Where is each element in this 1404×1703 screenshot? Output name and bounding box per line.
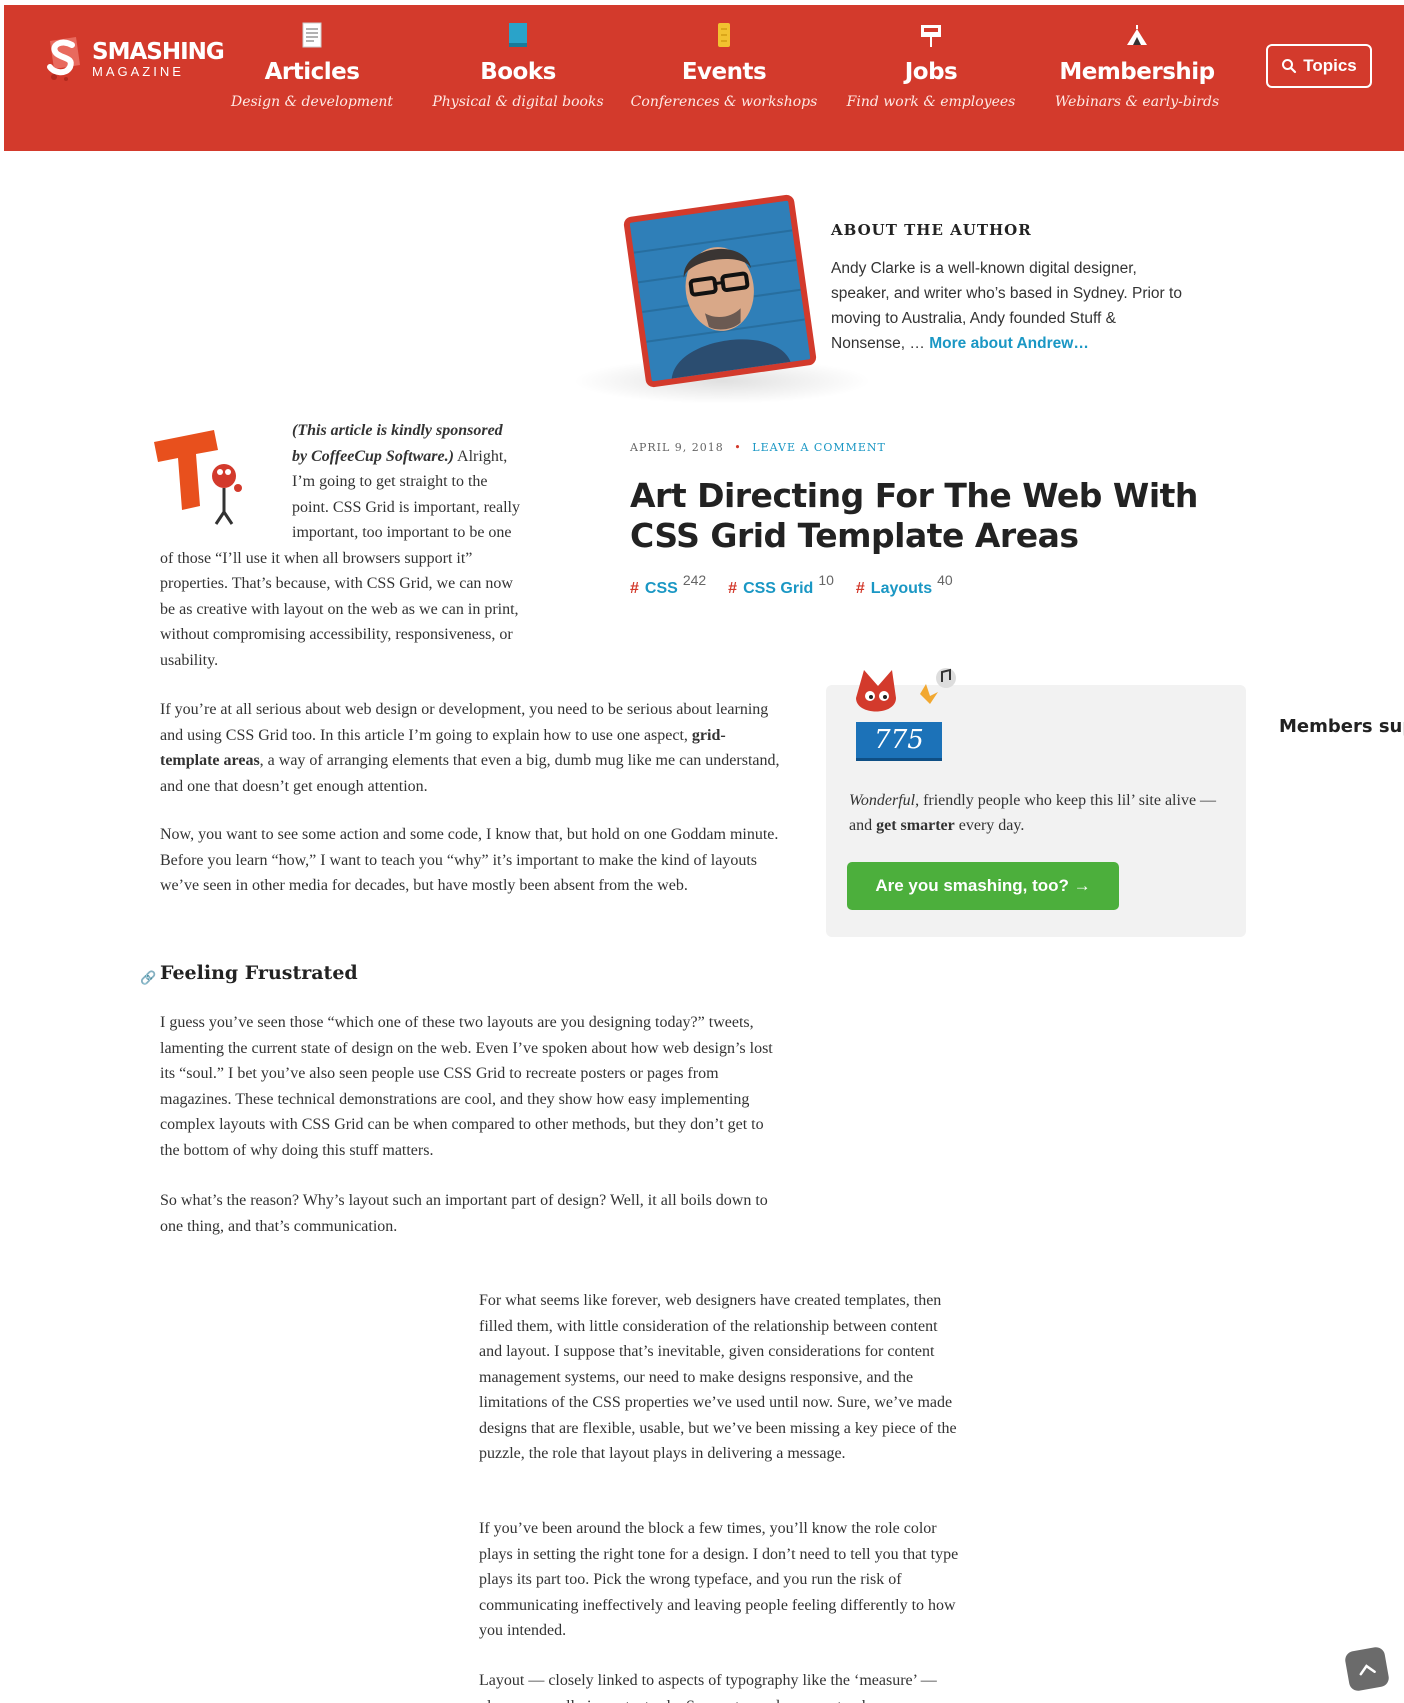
nav-label: Jobs xyxy=(904,59,958,85)
tag-css-grid[interactable]: # CSS Grid 10 xyxy=(728,572,834,598)
about-author-heading: ABOUT THE AUTHOR xyxy=(831,221,1032,239)
article-title: Art Directing For The Web With CSS Grid … xyxy=(630,476,1198,555)
nav-articles[interactable]: Articles Design & development xyxy=(212,17,412,110)
article-paragraph: For what seems like forever, web designe… xyxy=(479,1292,957,1462)
scroll-to-top-button[interactable] xyxy=(1343,1645,1391,1693)
nav-sublabel: Webinars & early-birds xyxy=(1054,94,1220,110)
more-about-author-link[interactable]: More about Andrew… xyxy=(929,335,1089,352)
tag-name: Layouts xyxy=(870,580,933,597)
nav-sublabel: Find work & employees xyxy=(846,94,1016,110)
author-photo[interactable] xyxy=(622,193,818,389)
tent-icon xyxy=(1127,25,1147,45)
hash-icon: # xyxy=(855,580,865,597)
nav-books[interactable]: Books Physical & digital books xyxy=(418,17,618,110)
article-meta: APRIL 9, 2018 • LEAVE A COMMENT xyxy=(630,441,886,454)
nav-label: Books xyxy=(480,59,556,85)
tag-count: 242 xyxy=(682,572,707,588)
author-bio: Andy Clarke is a well-known digital desi… xyxy=(831,256,1191,356)
join-membership-button[interactable]: Are you smashing, too? → xyxy=(847,862,1119,910)
nav-label: Events xyxy=(681,59,767,85)
article-paragraph: Now, you want to see some action and som… xyxy=(160,826,779,894)
members-support-label: Members sup xyxy=(1279,716,1404,737)
nav-sublabel: Design & development xyxy=(230,94,394,110)
article-paragraph: So what’s the reason? Why’s layout such … xyxy=(160,1192,768,1235)
author-portrait xyxy=(629,200,811,382)
meta-separator: • xyxy=(734,441,742,454)
article-paragraph: I guess you’ve seen those “which one of … xyxy=(160,1014,773,1159)
logo-subtitle: MAGAZINE xyxy=(92,63,184,79)
section-heading: Feeling Frustrated xyxy=(160,962,358,984)
hash-icon: # xyxy=(728,580,738,597)
article-paragraph: If you’re at all serious about web desig… xyxy=(160,697,780,799)
nav-label: Articles xyxy=(264,59,360,85)
topics-label: Topics xyxy=(1303,56,1357,75)
hash-icon: # xyxy=(630,580,639,597)
drop-cap-float xyxy=(160,418,292,528)
p1-text-a: If you’re at all serious about web desig… xyxy=(160,701,769,744)
tag-count: 40 xyxy=(937,572,953,588)
nav-label: Membership xyxy=(1059,59,1215,85)
leave-comment-link[interactable]: LEAVE A COMMENT xyxy=(752,441,886,454)
jobs-sign-icon xyxy=(921,25,941,47)
document-icon xyxy=(302,22,322,48)
nav-sublabel: Physical & digital books xyxy=(432,94,604,110)
nav-membership[interactable]: Membership Webinars & early-birds xyxy=(1037,17,1237,110)
topics-button[interactable]: Topics xyxy=(1266,44,1372,88)
tag-css[interactable]: # CSS 242 xyxy=(630,572,706,598)
article-intro: (This article is kindly sponsored by Cof… xyxy=(160,418,520,673)
membership-text-b: every day. xyxy=(954,817,1025,834)
ticket-icon xyxy=(718,23,730,47)
article-paragraph: Layout — closely linked to aspects of ty… xyxy=(479,1672,937,1703)
nav-jobs[interactable]: Jobs Find work & employees xyxy=(831,17,1031,110)
membership-text: Wonderful, friendly people who keep this… xyxy=(849,788,1219,838)
link-icon[interactable]: 🔗 xyxy=(140,970,156,986)
article-date: APRIL 9, 2018 xyxy=(630,441,724,454)
book-icon xyxy=(509,23,527,47)
chevron-up-icon xyxy=(1359,1664,1376,1676)
member-count-badge: 775 xyxy=(856,722,942,758)
nav-sublabel: Conferences & workshops xyxy=(630,94,818,110)
tag-name: CSS Grid xyxy=(743,580,814,597)
logo-name: SMASHING xyxy=(92,38,225,65)
article-tags: # CSS 242 # CSS Grid 10 # Layouts 40 xyxy=(630,572,975,598)
membership-em: Wonderful xyxy=(849,792,916,809)
tag-name: CSS xyxy=(644,580,678,597)
tag-layouts[interactable]: # Layouts 40 xyxy=(856,572,953,598)
tag-count: 10 xyxy=(818,572,834,588)
article-paragraph: If you’ve been around the block a few ti… xyxy=(479,1520,959,1639)
search-icon xyxy=(1282,59,1297,74)
smashing-logo[interactable]: SMASHING MAGAZINE xyxy=(42,35,225,83)
membership-bold: get smarter xyxy=(876,817,955,834)
smashing-logo-icon xyxy=(47,37,80,81)
nav-events[interactable]: Events Conferences & workshops xyxy=(624,17,824,110)
site-header: SMASHING MAGAZINE Articles Design & deve… xyxy=(4,5,1404,151)
